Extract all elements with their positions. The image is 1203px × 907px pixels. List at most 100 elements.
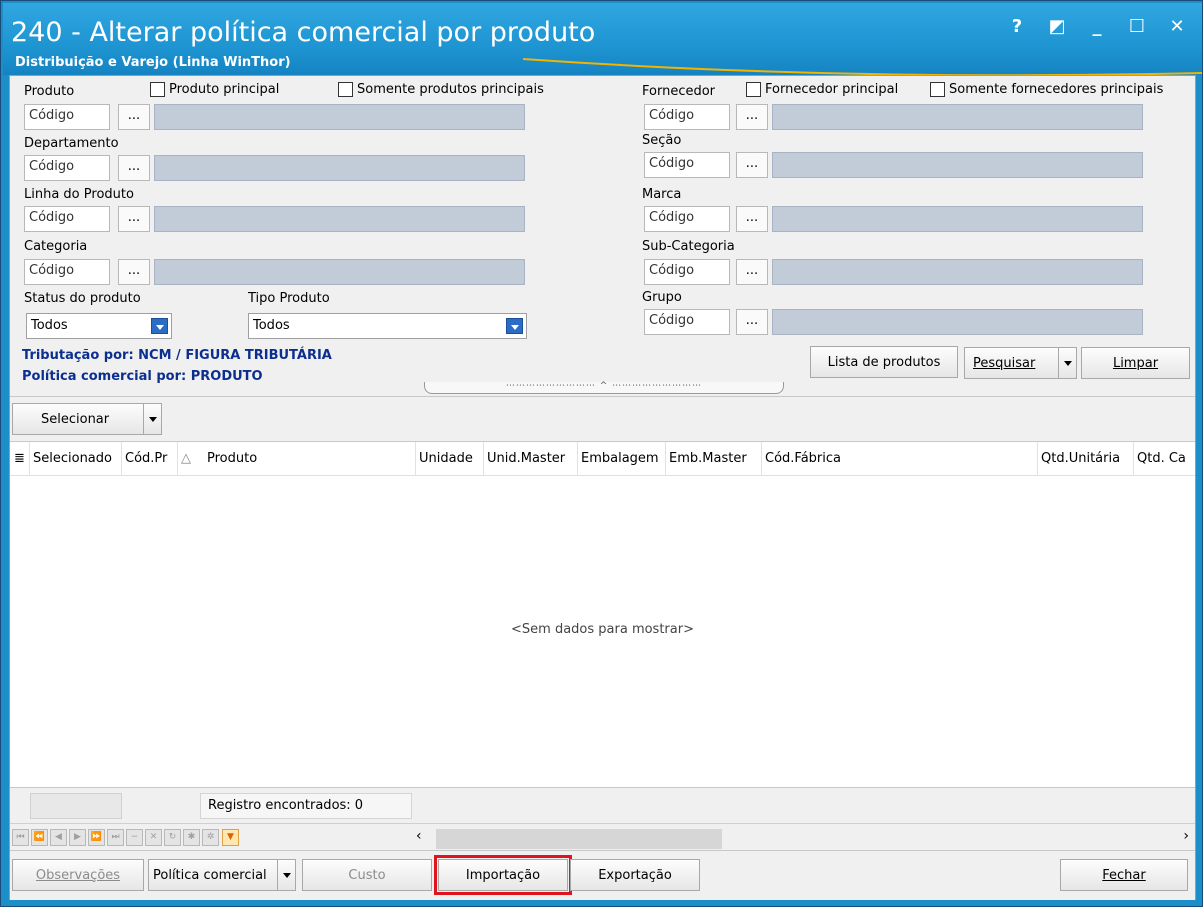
next-record-icon[interactable]: ▶ xyxy=(69,829,86,846)
prev-record-icon[interactable]: ◀ xyxy=(50,829,67,846)
delete-record-icon[interactable]: − xyxy=(126,829,143,846)
minimize-icon[interactable]: _ xyxy=(1086,15,1108,37)
grupo-description-field xyxy=(772,309,1143,335)
grupo-lookup-button[interactable]: ... xyxy=(736,309,768,335)
prev-page-icon[interactable]: ⏪ xyxy=(31,829,48,846)
panel-collapse-handle[interactable]: ⋯⋯⋯⋯⋯⋯⋯⋯⋯ ^ ⋯⋯⋯⋯⋯⋯⋯⋯⋯ xyxy=(424,382,784,394)
fornecedor-label: Fornecedor xyxy=(642,84,716,99)
col-unid-master[interactable]: Unid.Master xyxy=(484,442,578,476)
importacao-button[interactable]: Importação xyxy=(434,855,572,895)
sort-ascending-icon: △ xyxy=(181,451,191,466)
last-page-icon[interactable]: ⏭ xyxy=(107,829,124,846)
col-qtd-caixa[interactable]: Qtd. Ca xyxy=(1134,442,1195,476)
politica-info: Política comercial por: PRODUTO xyxy=(22,369,263,384)
somente-produtos-principais-checkbox[interactable]: Somente produtos principais xyxy=(338,82,544,97)
empty-grid-message: <Sem dados para mostrar> xyxy=(511,622,694,637)
subcategoria-lookup-button[interactable]: ... xyxy=(736,259,768,285)
custo-button[interactable]: Custo xyxy=(302,859,432,891)
secao-code-input[interactable]: Código xyxy=(644,152,730,178)
maximize-icon[interactable]: ☐ xyxy=(1126,15,1148,37)
col-cod-produto[interactable]: Cód.Pr xyxy=(122,442,178,476)
produto-code-input[interactable]: Código xyxy=(24,104,110,130)
exportacao-button[interactable]: Exportação xyxy=(570,859,700,891)
fornecedor-principal-checkbox[interactable]: Fornecedor principal xyxy=(746,82,898,97)
lista-produtos-button[interactable]: Lista de produtos xyxy=(810,346,958,378)
grid-navigator: ⏮ ⏪ ◀ ▶ ⏩ ⏭ − ✕ ↻ ✱ ✲ ▼ ‹ › xyxy=(10,824,1195,850)
col-qtd-unitaria[interactable]: Qtd.Unitária xyxy=(1038,442,1134,476)
somente-fornecedores-principais-checkbox[interactable]: Somente fornecedores principais xyxy=(930,82,1163,97)
produto-principal-checkbox[interactable]: Produto principal xyxy=(150,82,279,97)
grupo-label: Grupo xyxy=(642,290,682,305)
fornecedor-description-field xyxy=(772,104,1143,130)
column-chooser-icon[interactable]: ≣ xyxy=(10,442,30,476)
marca-description-field xyxy=(772,206,1143,232)
categoria-label: Categoria xyxy=(24,239,88,254)
subcategoria-code-input[interactable]: Código xyxy=(644,259,730,285)
title-wave-decoration xyxy=(523,58,1202,75)
pesquisar-button[interactable]: Pesquisar xyxy=(964,347,1077,379)
grid-toolbar: Selecionar xyxy=(10,396,1195,442)
col-selecionado[interactable]: Selecionado xyxy=(30,442,122,476)
observacoes-button[interactable]: Observações xyxy=(12,859,144,891)
fornecedor-code-input[interactable]: Código xyxy=(644,104,730,130)
horizontal-scrollbar-thumb[interactable] xyxy=(436,829,722,849)
limpar-button[interactable]: Limpar xyxy=(1081,347,1190,379)
cancel-edit-icon[interactable]: ✕ xyxy=(145,829,162,846)
selecionar-button[interactable]: Selecionar xyxy=(12,403,162,435)
fornecedor-lookup-button[interactable]: ... xyxy=(736,104,768,130)
departamento-description-field xyxy=(154,155,525,181)
first-page-icon[interactable]: ⏮ xyxy=(12,829,29,846)
produto-description-field xyxy=(154,104,525,130)
close-icon[interactable]: ✕ xyxy=(1166,15,1188,37)
next-page-icon[interactable]: ⏩ xyxy=(88,829,105,846)
produto-lookup-button[interactable]: ... xyxy=(118,104,150,130)
departamento-code-input[interactable]: Código xyxy=(24,155,110,181)
status-produto-select[interactable]: Todos xyxy=(26,313,172,339)
linha-produto-code-input[interactable]: Código xyxy=(24,206,110,232)
secao-label: Seção xyxy=(642,133,682,148)
scroll-left-icon[interactable]: ‹ xyxy=(416,828,422,844)
bookmark-icon[interactable]: ✱ xyxy=(183,829,200,846)
linha-produto-label: Linha do Produto xyxy=(24,187,134,202)
subcategoria-description-field xyxy=(772,259,1143,285)
product-grid[interactable]: ≣ Selecionado Cód.Pr △ Produto Unidade U… xyxy=(10,442,1195,788)
tributacao-info: Tributação por: NCM / FIGURA TRIBUTÁRIA xyxy=(22,348,332,363)
produto-label: Produto xyxy=(24,84,75,99)
pesquisar-dropdown-icon[interactable] xyxy=(1058,348,1076,378)
col-cod-fabrica[interactable]: Cód.Fábrica xyxy=(762,442,1038,476)
filter-icon[interactable]: ▼ xyxy=(222,829,239,846)
tipo-produto-label: Tipo Produto xyxy=(248,291,330,306)
help-icon[interactable]: ? xyxy=(1006,15,1028,37)
col-emb-master[interactable]: Emb.Master xyxy=(666,442,762,476)
selecionar-dropdown-icon[interactable] xyxy=(143,404,161,434)
title-bar: 240 - Alterar política comercial por pro… xyxy=(3,3,1202,75)
linha-produto-description-field xyxy=(154,206,525,232)
categoria-lookup-button[interactable]: ... xyxy=(118,259,150,285)
grid-footer: Registro encontrados: 0 xyxy=(10,788,1195,824)
marca-lookup-button[interactable]: ... xyxy=(736,206,768,232)
fechar-button[interactable]: Fechar xyxy=(1060,859,1188,891)
app-window: 240 - Alterar política comercial por pro… xyxy=(0,0,1203,907)
registros-count: Registro encontrados: 0 xyxy=(200,793,412,819)
subcategoria-label: Sub-Categoria xyxy=(642,239,735,254)
secao-description-field xyxy=(772,152,1143,178)
restore-icon[interactable]: ◩ xyxy=(1046,15,1068,37)
tipo-produto-select[interactable]: Todos xyxy=(248,313,527,339)
politica-comercial-button[interactable]: Política comercial xyxy=(148,859,296,891)
goto-bookmark-icon[interactable]: ✲ xyxy=(202,829,219,846)
bottom-button-bar: Observações Política comercial Custo Imp… xyxy=(10,850,1195,900)
col-produto[interactable]: Produto xyxy=(204,442,416,476)
refresh-icon[interactable]: ↻ xyxy=(164,829,181,846)
col-unidade[interactable]: Unidade xyxy=(416,442,484,476)
marca-code-input[interactable]: Código xyxy=(644,206,730,232)
col-embalagem[interactable]: Embalagem xyxy=(578,442,666,476)
grupo-code-input[interactable]: Código xyxy=(644,309,730,335)
chevron-down-icon xyxy=(151,318,168,334)
footer-summary-cell xyxy=(30,793,122,819)
categoria-code-input[interactable]: Código xyxy=(24,259,110,285)
linha-produto-lookup-button[interactable]: ... xyxy=(118,206,150,232)
departamento-lookup-button[interactable]: ... xyxy=(118,155,150,181)
secao-lookup-button[interactable]: ... xyxy=(736,152,768,178)
scroll-right-icon[interactable]: › xyxy=(1183,828,1189,844)
politica-comercial-dropdown-icon[interactable] xyxy=(277,860,295,890)
